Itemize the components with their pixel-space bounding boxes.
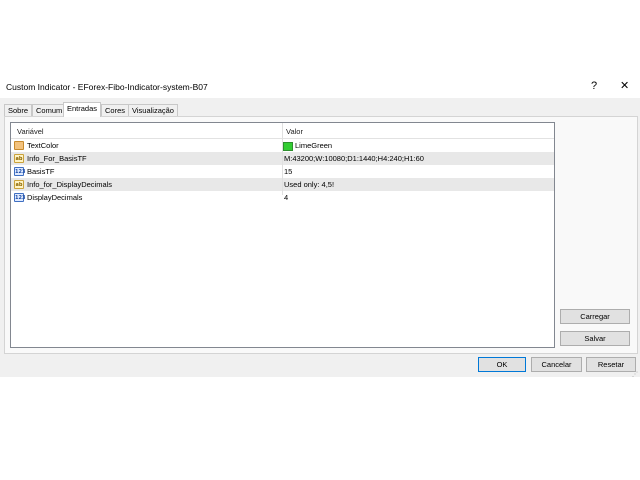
ab-icon: ab [14,154,24,163]
color-swatch [283,142,293,151]
color-icon [14,141,24,150]
ok-button[interactable]: OK [478,357,526,372]
variable-value[interactable]: 15 [284,167,292,176]
column-header-value[interactable]: Valor [286,127,303,136]
variable-value[interactable]: LimeGreen [295,141,332,150]
variable-name: TextColor [27,141,59,150]
number-icon: 123 [14,167,26,176]
cancel-button[interactable]: Cancelar [531,357,582,372]
column-header-variable[interactable]: Variável [17,127,44,136]
window-title: Custom Indicator - EForex-Fibo-Indicator… [6,82,208,92]
number-icon: 123 [14,193,26,202]
ab-icon: ab [14,180,24,189]
close-icon[interactable]: ✕ [620,80,629,92]
resize-grip-icon[interactable]: ⋰ [632,371,638,378]
variable-name: Info_for_DisplayDecimals [27,180,113,189]
variable-value[interactable]: Used only: 4,5! [284,180,334,189]
title-bar[interactable]: Custom Indicator - EForex-Fibo-Indicator… [0,75,640,98]
variable-value[interactable]: 4 [284,193,288,202]
variable-name: BasisTF [27,167,55,176]
reset-button[interactable]: Resetar [586,357,636,372]
column-divider[interactable] [282,123,283,195]
help-button[interactable]: ? [591,80,597,92]
variable-value[interactable]: M:43200;W:10080;D1:1440;H4:240;H1:60 [284,154,424,163]
inputs-table[interactable]: Variável Valor TextColor LimeGreen ab In… [10,122,555,348]
custom-indicator-dialog: Custom Indicator - EForex-Fibo-Indicator… [0,75,640,378]
load-button[interactable]: Carregar [560,309,630,324]
save-button[interactable]: Salvar [560,331,630,346]
variable-name: DisplayDecimals [27,193,83,202]
variable-name: Info_For_BasisTF [27,154,87,163]
tab-entradas[interactable]: Entradas [63,102,102,117]
